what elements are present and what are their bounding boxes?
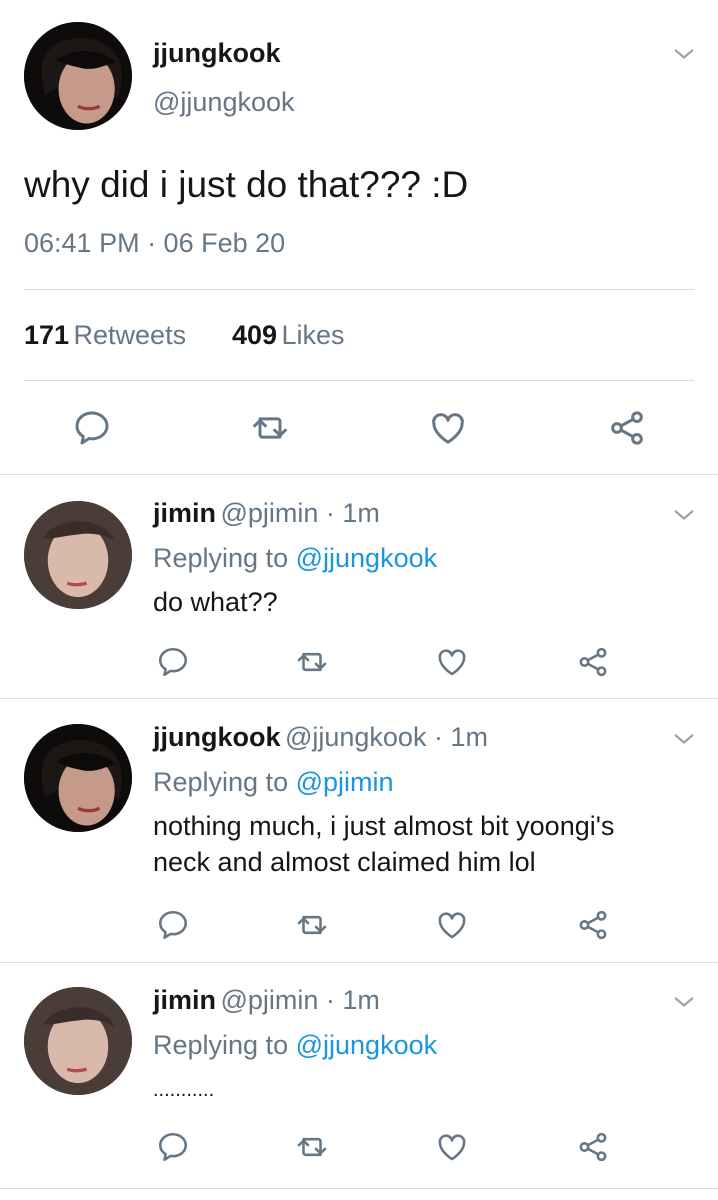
retweet-icon[interactable] [295, 1130, 329, 1164]
reply-handle-time[interactable]: @jjungkook · 1m [285, 722, 488, 752]
share-icon[interactable] [607, 408, 647, 448]
reply-icon[interactable] [72, 408, 112, 448]
reply-text: ........... [153, 1072, 214, 1108]
replying-to: Replying to @pjimin [153, 767, 394, 798]
like-icon[interactable] [435, 1130, 469, 1164]
chevron-down-icon[interactable] [670, 725, 698, 753]
mention-link[interactable]: @jjungkook [296, 543, 438, 573]
tweet-text: why did i just do that??? :D [24, 164, 469, 205]
reply-text: nothing much, i just almost bit yoongi's… [153, 808, 693, 880]
author-name[interactable]: jjungkook [153, 38, 281, 69]
share-icon[interactable] [576, 645, 610, 679]
reply-handle-time[interactable]: @pjimin · 1m [220, 498, 379, 528]
retweets-stat[interactable]: 171 Retweets [24, 320, 186, 351]
replying-prefix: Replying to [153, 543, 289, 573]
reply-icon[interactable] [156, 1130, 190, 1164]
likes-stat[interactable]: 409 Likes [232, 320, 345, 351]
replying-to: Replying to @jjungkook [153, 1030, 437, 1061]
author-handle[interactable]: @jjungkook [153, 87, 295, 118]
divider [0, 474, 718, 475]
replying-to: Replying to @jjungkook [153, 543, 437, 574]
avatar[interactable] [24, 987, 132, 1095]
reply-header: jimin @pjimin · 1m [153, 498, 380, 529]
reply-handle-time[interactable]: @pjimin · 1m [220, 985, 379, 1015]
reply-header: jimin @pjimin · 1m [153, 985, 380, 1016]
mention-link[interactable]: @jjungkook [296, 1030, 438, 1060]
mention-link[interactable]: @pjimin [296, 767, 394, 797]
reply-header: jjungkook @jjungkook · 1m [153, 722, 488, 753]
tweet-timestamp[interactable]: 06:41 PM · 06 Feb 20 [24, 228, 285, 259]
like-icon[interactable] [435, 908, 469, 942]
avatar[interactable] [24, 22, 132, 130]
reply-author-name[interactable]: jimin [153, 498, 216, 528]
chevron-down-icon[interactable] [670, 501, 698, 529]
reply-text-line: neck and almost claimed him lol [153, 847, 536, 877]
retweet-icon[interactable] [250, 408, 290, 448]
reply-author-name[interactable]: jjungkook [153, 722, 281, 752]
likes-count: 409 [232, 320, 278, 350]
reply-icon[interactable] [156, 645, 190, 679]
divider [0, 698, 718, 699]
likes-label: Likes [281, 320, 345, 350]
retweet-icon[interactable] [295, 908, 329, 942]
replying-prefix: Replying to [153, 1030, 289, 1060]
reply-text-line: do what?? [153, 587, 278, 617]
reply-text: do what?? [153, 584, 278, 620]
share-icon[interactable] [576, 1130, 610, 1164]
like-icon[interactable] [428, 408, 468, 448]
retweet-icon[interactable] [295, 645, 329, 679]
avatar[interactable] [24, 724, 132, 832]
reply-author-name[interactable]: jimin [153, 985, 216, 1015]
chevron-down-icon[interactable] [670, 40, 698, 68]
reply-text-line: ........... [153, 1079, 215, 1101]
divider [24, 289, 694, 290]
divider [24, 380, 694, 381]
share-icon[interactable] [576, 908, 610, 942]
reply-text-line: nothing much, i just almost bit yoongi's [153, 811, 615, 841]
reply-icon[interactable] [156, 908, 190, 942]
divider [0, 962, 718, 963]
retweets-label: Retweets [73, 320, 187, 350]
divider [0, 1188, 718, 1189]
replying-prefix: Replying to [153, 767, 289, 797]
like-icon[interactable] [435, 645, 469, 679]
chevron-down-icon[interactable] [670, 988, 698, 1016]
retweets-count: 171 [24, 320, 70, 350]
avatar[interactable] [24, 501, 132, 609]
